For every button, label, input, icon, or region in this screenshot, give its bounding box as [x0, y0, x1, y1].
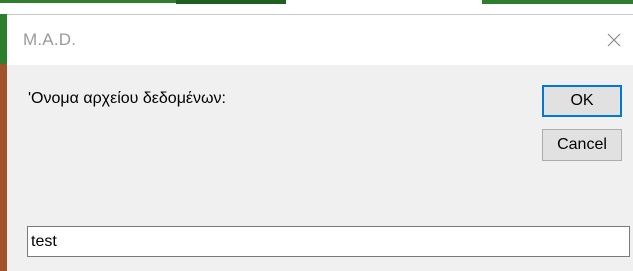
ok-button[interactable]: OK: [542, 85, 622, 117]
dialog-titlebar: M.A.D.: [7, 15, 633, 65]
prompt-label: 'Ονομα αρχείου δεδομένων:: [28, 90, 226, 107]
screen: M.A.D. 'Ονομα αρχείου δεδομένων: OK Canc…: [0, 0, 633, 271]
close-icon: [607, 33, 621, 47]
cancel-button[interactable]: Cancel: [542, 129, 622, 161]
background-window-bar: [482, 0, 633, 4]
background-window-bar: [176, 0, 286, 4]
background-window-accent: [0, 64, 7, 271]
filename-input[interactable]: [27, 226, 630, 257]
dialog-title: M.A.D.: [23, 30, 77, 49]
close-button[interactable]: [599, 25, 629, 55]
input-dialog: M.A.D. 'Ονομα αρχείου δεδομένων: OK Canc…: [7, 14, 633, 271]
background-window-accent: [0, 14, 7, 64]
